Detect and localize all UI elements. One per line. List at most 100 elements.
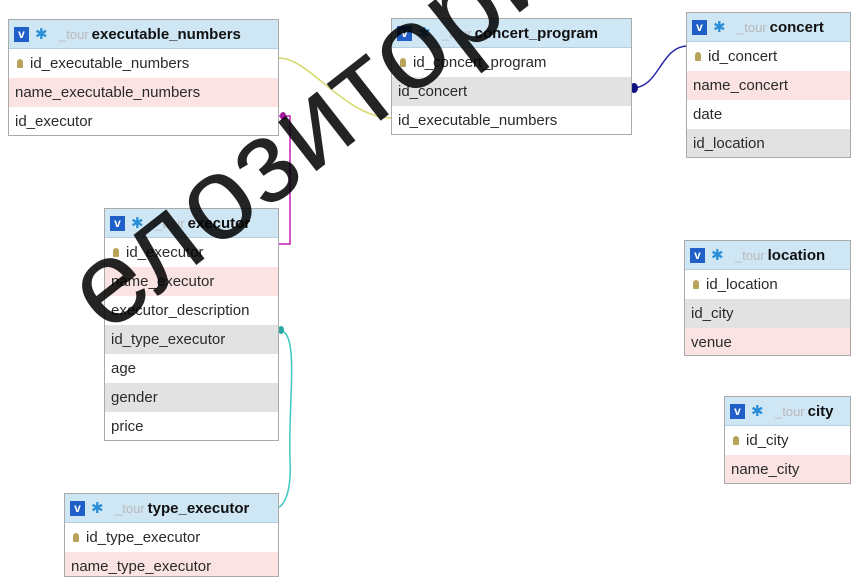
column-row[interactable]: id_executable_numbers bbox=[392, 106, 631, 134]
table-name: concert bbox=[769, 18, 824, 36]
column-row[interactable]: id_executor bbox=[105, 238, 278, 267]
column-name: age bbox=[111, 360, 137, 377]
column-row[interactable]: id_concert bbox=[392, 77, 631, 106]
gear-icon[interactable]: ✱ bbox=[131, 216, 145, 231]
table-header[interactable]: v ✱ _tour concert_program bbox=[392, 19, 631, 48]
relation-end-executable-numbers bbox=[280, 112, 286, 120]
schema-prefix: _tour bbox=[442, 25, 472, 41]
column-name: id_executable_numbers bbox=[30, 55, 190, 72]
table-concert[interactable]: v ✱ _tour concert id_concert name_concer… bbox=[686, 12, 851, 158]
column-row[interactable]: age bbox=[105, 354, 278, 383]
column-name: venue bbox=[691, 334, 732, 351]
column-name: name_concert bbox=[693, 77, 789, 94]
table-name: executable_numbers bbox=[91, 25, 241, 43]
table-executor[interactable]: v ✱ _tour executor id_executor name_exec… bbox=[104, 208, 279, 441]
column-name: id_concert_program bbox=[413, 54, 547, 71]
table-header[interactable]: v ✱ _tour location bbox=[685, 241, 850, 270]
schema-prefix: _tour bbox=[775, 403, 805, 419]
column-row[interactable]: id_concert_program bbox=[392, 48, 631, 77]
column-row[interactable]: name_executable_numbers bbox=[9, 78, 278, 107]
column-row[interactable]: name_concert bbox=[687, 71, 850, 100]
relation-concert-program-concert bbox=[631, 45, 689, 89]
toggle-icon[interactable]: v bbox=[692, 19, 707, 35]
table-concert-program[interactable]: v ✱ _tour concert_program id_concert_pro… bbox=[391, 18, 632, 135]
column-name: date bbox=[693, 106, 723, 123]
column-name: id_type_executor bbox=[86, 529, 201, 546]
primary-key-icon bbox=[17, 59, 23, 68]
table-city[interactable]: v ✱ _tour city id_city name_city bbox=[724, 396, 851, 484]
column-name: name_executor bbox=[111, 273, 215, 290]
primary-key-icon bbox=[400, 58, 406, 67]
gear-icon[interactable]: ✱ bbox=[751, 404, 765, 419]
column-name: id_concert bbox=[398, 83, 468, 100]
primary-key-icon bbox=[695, 52, 701, 61]
column-row[interactable]: id_location bbox=[687, 129, 850, 157]
schema-prefix: _tour bbox=[735, 247, 765, 263]
relation-executor-type-executor bbox=[278, 329, 293, 508]
relation-executable-numbers-executor bbox=[279, 115, 291, 245]
column-name: id_type_executor bbox=[111, 331, 226, 348]
primary-key-icon bbox=[113, 248, 119, 257]
table-executable-numbers[interactable]: v ✱ _tour executable_numbers id_executab… bbox=[8, 19, 279, 136]
toggle-icon[interactable]: v bbox=[70, 500, 85, 516]
column-row[interactable]: name_city bbox=[725, 455, 850, 483]
column-row[interactable]: id_city bbox=[725, 426, 850, 455]
gear-icon[interactable]: ✱ bbox=[91, 501, 105, 516]
table-name: concert_program bbox=[474, 24, 599, 42]
table-header[interactable]: v ✱ _tour city bbox=[725, 397, 850, 426]
column-row[interactable]: id_executable_numbers bbox=[9, 49, 278, 78]
toggle-icon[interactable]: v bbox=[110, 215, 125, 231]
column-row[interactable]: gender bbox=[105, 383, 278, 412]
schema-prefix: _tour bbox=[115, 500, 145, 516]
column-name: id_concert bbox=[708, 48, 778, 65]
column-row[interactable]: id_location bbox=[685, 270, 850, 299]
primary-key-icon bbox=[693, 280, 699, 289]
table-header[interactable]: v ✱ _tour executable_numbers bbox=[9, 20, 278, 49]
toggle-icon[interactable]: v bbox=[14, 26, 29, 42]
column-row[interactable]: date bbox=[687, 100, 850, 129]
toggle-icon[interactable]: v bbox=[690, 247, 705, 263]
column-row[interactable]: executor_description bbox=[105, 296, 278, 325]
table-location[interactable]: v ✱ _tour location id_location id_city v… bbox=[684, 240, 851, 356]
column-name: id_location bbox=[706, 276, 778, 293]
toggle-icon[interactable]: v bbox=[730, 403, 745, 419]
table-header[interactable]: v ✱ _tour type_executor bbox=[65, 494, 278, 523]
gear-icon[interactable]: ✱ bbox=[35, 27, 49, 42]
table-name: location bbox=[767, 246, 826, 264]
toggle-icon[interactable]: v bbox=[397, 25, 412, 41]
relation-executable-numbers-concert-program bbox=[278, 57, 393, 119]
gear-icon[interactable]: ✱ bbox=[418, 26, 432, 41]
column-name: price bbox=[111, 418, 144, 435]
column-row[interactable]: id_executor bbox=[9, 107, 278, 135]
primary-key-icon bbox=[73, 533, 79, 542]
schema-prefix: _tour bbox=[59, 26, 89, 42]
column-name: id_city bbox=[746, 432, 789, 449]
gear-icon[interactable]: ✱ bbox=[711, 248, 725, 263]
column-name: executor_description bbox=[111, 302, 250, 319]
primary-key-icon bbox=[733, 436, 739, 445]
column-row[interactable]: id_type_executor bbox=[105, 325, 278, 354]
column-row[interactable]: venue bbox=[685, 328, 850, 355]
column-row[interactable]: price bbox=[105, 412, 278, 440]
table-name: type_executor bbox=[147, 499, 250, 517]
schema-prefix: _tour bbox=[155, 215, 185, 231]
table-type-executor[interactable]: v ✱ _tour type_executor id_type_executor… bbox=[64, 493, 279, 577]
column-row[interactable]: name_type_executor bbox=[65, 552, 278, 576]
gear-icon[interactable]: ✱ bbox=[713, 20, 727, 35]
column-name: id_executor bbox=[126, 244, 204, 261]
table-header[interactable]: v ✱ _tour executor bbox=[105, 209, 278, 238]
column-row[interactable]: id_concert bbox=[687, 42, 850, 71]
schema-prefix: _tour bbox=[737, 19, 767, 35]
column-name: name_executable_numbers bbox=[15, 84, 201, 101]
column-name: name_city bbox=[731, 461, 800, 478]
table-name: city bbox=[807, 402, 834, 420]
column-name: id_executable_numbers bbox=[398, 112, 558, 129]
table-header[interactable]: v ✱ _tour concert bbox=[687, 13, 850, 42]
column-name: id_city bbox=[691, 305, 734, 322]
column-row[interactable]: id_type_executor bbox=[65, 523, 278, 552]
column-name: gender bbox=[111, 389, 158, 406]
column-row[interactable]: id_city bbox=[685, 299, 850, 328]
column-name: id_location bbox=[693, 135, 765, 152]
column-row[interactable]: name_executor bbox=[105, 267, 278, 296]
table-name: executor bbox=[187, 214, 251, 232]
